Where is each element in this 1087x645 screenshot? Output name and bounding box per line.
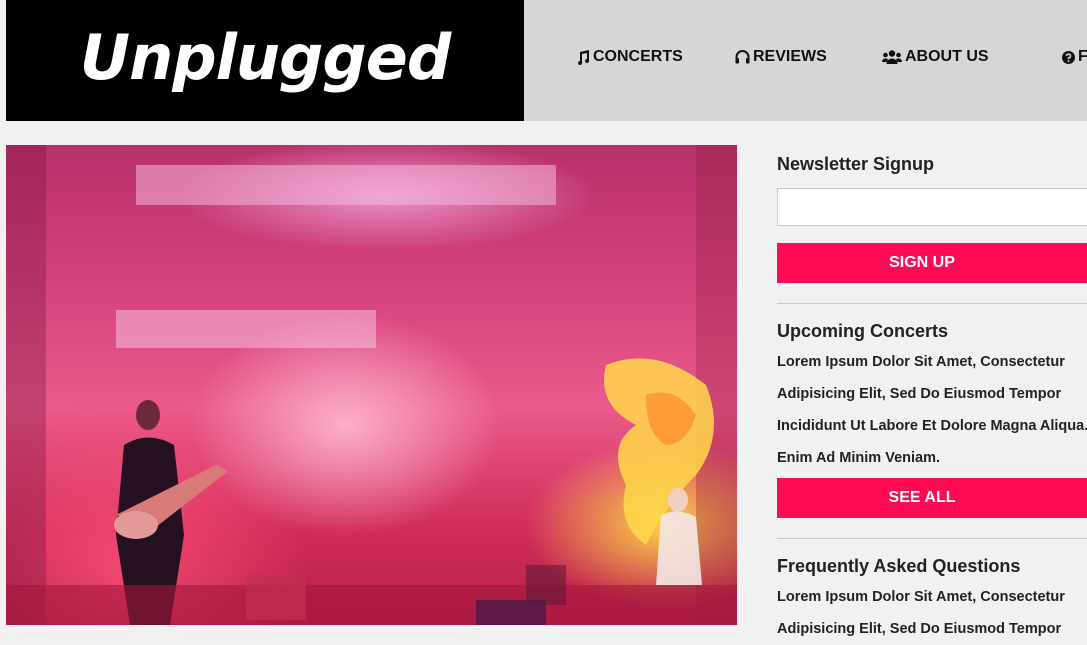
concert-stage-illustration: [6, 145, 737, 625]
divider: [777, 538, 1087, 539]
users-icon: [882, 49, 902, 65]
faq-heading: Frequently Asked Questions: [777, 556, 1021, 576]
upcoming-concerts-heading: Upcoming Concerts: [777, 321, 949, 341]
sign-up-button[interactable]: SIGN UP: [777, 243, 1087, 283]
nav-item-concerts[interactable]: CONCERTS: [576, 46, 683, 68]
nav-label: FA: [1078, 48, 1087, 65]
logo[interactable]: Unplugged: [6, 0, 524, 121]
site-header: Unplugged CONCERTS REVIEWS ABOUT US FA: [6, 0, 1087, 121]
nav-label: ABOUT US: [905, 48, 989, 65]
see-all-button[interactable]: SEE ALL: [777, 478, 1087, 518]
hero-image: [6, 145, 737, 625]
nav-item-about-us[interactable]: ABOUT US: [882, 46, 989, 68]
nav-label: CONCERTS: [593, 48, 683, 65]
question-circle-icon: [1062, 50, 1075, 64]
nav-item-faq[interactable]: FA: [1062, 46, 1087, 68]
newsletter-email-input[interactable]: [777, 188, 1087, 226]
logo-text: Unplugged: [79, 21, 451, 94]
divider: [777, 303, 1087, 304]
newsletter-heading: Newsletter Signup: [777, 154, 935, 174]
nav-item-reviews[interactable]: REVIEWS: [735, 46, 827, 68]
headphones-icon: [735, 50, 750, 64]
nav-label: REVIEWS: [753, 48, 827, 65]
faq-text: Lorem Ipsum Dolor Sit Amet, Consectetur …: [777, 589, 1065, 637]
upcoming-concerts-text: Lorem Ipsum Dolor Sit Amet, Consectetur …: [777, 354, 1087, 466]
music-icon: [576, 49, 590, 65]
